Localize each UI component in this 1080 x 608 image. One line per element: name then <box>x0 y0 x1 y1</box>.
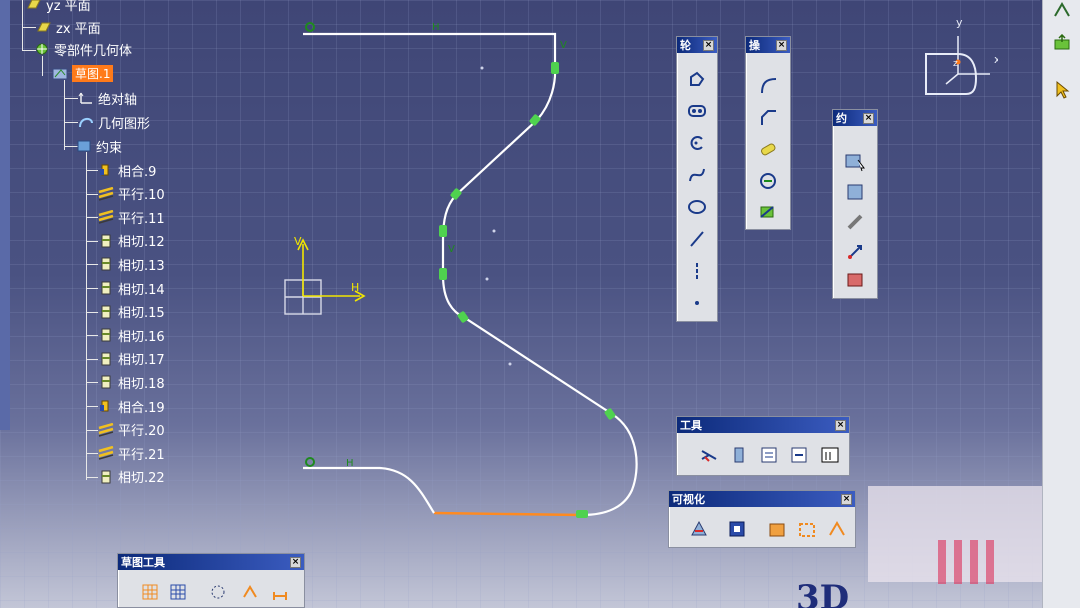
profile-icon[interactable] <box>685 67 709 91</box>
sketch-analysis-icon[interactable] <box>819 443 843 467</box>
chamfer-icon[interactable] <box>756 105 780 129</box>
rectangle-icon[interactable] <box>685 99 709 123</box>
cut-part-icon[interactable] <box>687 517 711 541</box>
constraint-toolbar: 约 × <box>832 109 878 299</box>
select-icon[interactable] <box>1051 80 1073 100</box>
export-icon[interactable] <box>1051 32 1073 52</box>
animate-constraint-icon[interactable] <box>843 210 867 234</box>
geometrical-constraints-icon[interactable] <box>238 580 262 604</box>
ellipse-icon[interactable] <box>685 195 709 219</box>
svg-text:H: H <box>432 22 440 33</box>
circle-icon[interactable] <box>685 131 709 155</box>
axis-line-icon[interactable] <box>685 259 709 283</box>
profile-curve[interactable] <box>303 32 638 517</box>
geometric-constraint-icon[interactable] <box>757 443 781 467</box>
svg-text:V: V <box>448 244 455 255</box>
right-toolbar <box>1042 0 1080 608</box>
svg-text:H: H <box>351 281 359 294</box>
svg-text:z: z <box>953 59 958 69</box>
watermark-bars <box>938 540 1018 584</box>
grid-snap-icon[interactable] <box>697 443 721 467</box>
snap-to-point-icon[interactable] <box>166 580 190 604</box>
svg-text:x: x <box>994 53 998 66</box>
dimensional-constraint-icon[interactable] <box>787 443 811 467</box>
toolbar-title: 约 <box>836 112 847 125</box>
geometric-display-icon[interactable] <box>825 517 849 541</box>
close-icon[interactable]: × <box>841 493 852 505</box>
toolbar-title: 轮 <box>680 39 691 52</box>
toolbar-title: 可视化 <box>672 493 705 506</box>
close-icon[interactable]: × <box>776 39 787 51</box>
auto-constraint-icon[interactable] <box>843 268 867 292</box>
toolbar-title: 工具 <box>680 419 702 432</box>
dialog-constraint-icon[interactable] <box>843 150 867 174</box>
visualization-toolbar: 可视化 × <box>668 490 856 548</box>
bottom-curve[interactable] <box>303 466 435 514</box>
grid-icon[interactable] <box>138 580 162 604</box>
exit-workbench-icon[interactable] <box>1051 0 1073 20</box>
transform-icon[interactable] <box>756 169 780 193</box>
close-icon[interactable]: × <box>835 419 846 431</box>
tools-toolbar: 工具 × <box>676 416 850 476</box>
dimensional-constraints-icon[interactable] <box>268 580 292 604</box>
toolbar-title: 操 <box>749 39 760 52</box>
construction-icon[interactable] <box>727 443 751 467</box>
svg-text:H: H <box>346 458 354 469</box>
watermark-text: 3D <box>796 578 850 608</box>
origin-axis: H V <box>284 235 366 315</box>
close-icon[interactable]: × <box>290 556 301 568</box>
close-icon[interactable]: × <box>863 112 874 124</box>
sketch-tools-toolbar: 草图工具 × <box>117 553 305 608</box>
view-orientation-icon[interactable] <box>725 517 749 541</box>
svg-text:V: V <box>560 40 567 51</box>
svg-text:V: V <box>294 235 302 248</box>
spline-icon[interactable] <box>685 163 709 187</box>
constraint-icon[interactable] <box>843 180 867 204</box>
line-icon[interactable] <box>685 227 709 251</box>
operation-toolbar: 操 × <box>745 36 791 230</box>
trim-icon[interactable] <box>756 137 780 161</box>
selected-line[interactable] <box>433 511 583 517</box>
diagnostics-icon[interactable] <box>765 517 789 541</box>
construction-element-icon[interactable] <box>206 580 230 604</box>
close-icon[interactable]: × <box>703 39 714 51</box>
project-3d-icon[interactable] <box>756 199 780 223</box>
edit-multi-constraint-icon[interactable] <box>843 240 867 264</box>
profile-toolbar: 轮 × <box>676 36 718 322</box>
svg-text:y: y <box>956 16 963 29</box>
compass[interactable]: y x z <box>918 14 998 104</box>
corner-icon[interactable] <box>756 73 780 97</box>
dimensional-display-icon[interactable] <box>795 517 819 541</box>
toolbar-title: 草图工具 <box>121 556 165 569</box>
point-icon[interactable] <box>685 291 709 315</box>
